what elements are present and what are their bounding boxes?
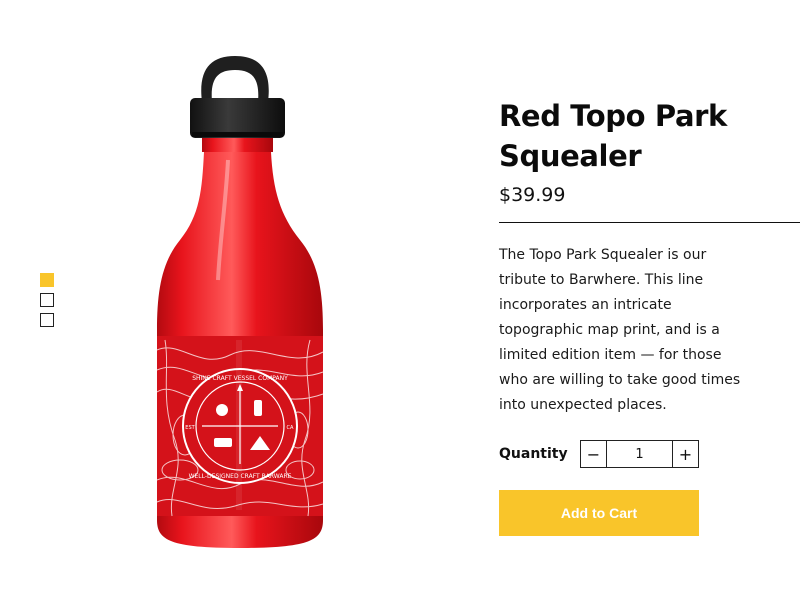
quantity-stepper: − + — [580, 440, 699, 468]
divider — [499, 222, 800, 223]
add-to-cart-button[interactable]: Add to Cart — [499, 490, 699, 536]
increment-button[interactable]: + — [672, 441, 698, 467]
decrement-button[interactable]: − — [581, 441, 607, 467]
product-title: Red Topo Park Squealer — [499, 99, 727, 173]
pager-dot-2[interactable] — [40, 293, 54, 307]
quantity-row: Quantity − + — [499, 440, 800, 468]
quantity-input[interactable] — [607, 441, 672, 467]
emblem-text-right: CA — [287, 425, 294, 431]
product-info: Red Topo Park Squealer $39.99 The Topo P… — [499, 96, 800, 536]
emblem-text-left: EST — [185, 425, 195, 431]
quantity-label: Quantity — [499, 446, 568, 462]
pager-dot-3[interactable] — [40, 313, 54, 327]
image-pager — [40, 273, 55, 333]
product-price: $39.99 — [499, 184, 566, 206]
product-page: SHINE CRAFT VESSEL COMPANY WELL-DESIGNED… — [0, 0, 800, 600]
pager-dot-1[interactable] — [40, 273, 54, 287]
product-description: The Topo Park Squealer is our tribute to… — [499, 247, 741, 413]
product-image: SHINE CRAFT VESSEL COMPANY WELL-DESIGNED… — [140, 40, 350, 560]
